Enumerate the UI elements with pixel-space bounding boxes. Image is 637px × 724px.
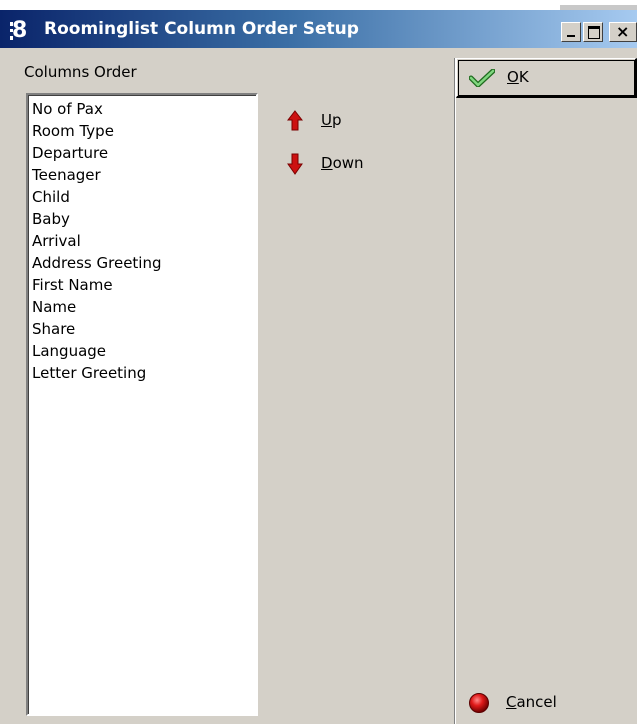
list-item[interactable]: Language xyxy=(32,340,106,362)
checkmark-icon xyxy=(469,69,495,87)
ok-label: OK xyxy=(507,68,529,86)
title-bar[interactable]: 8 Roominglist Column Order Setup × xyxy=(0,10,637,48)
close-button[interactable]: × xyxy=(609,22,637,42)
list-item[interactable]: Arrival xyxy=(32,230,81,252)
top-strip xyxy=(0,0,637,10)
list-item[interactable]: Name xyxy=(32,296,76,318)
window-title: Roominglist Column Order Setup xyxy=(44,19,359,39)
arrow-up-icon xyxy=(287,110,303,131)
app-icon: 8 xyxy=(10,20,36,42)
list-item[interactable]: Letter Greeting xyxy=(32,362,146,384)
move-up-label: Up xyxy=(321,111,342,129)
maximize-button[interactable] xyxy=(583,22,603,42)
right-button-panel xyxy=(454,58,637,724)
cancel-label: Cancel xyxy=(506,693,557,711)
cancel-button[interactable]: Cancel xyxy=(468,688,618,718)
list-item[interactable]: Baby xyxy=(32,208,70,230)
close-icon: × xyxy=(616,22,630,41)
list-item[interactable]: No of Pax xyxy=(32,98,103,120)
list-item[interactable]: Share xyxy=(32,318,75,340)
maximize-icon xyxy=(588,26,600,39)
move-up-button[interactable]: Up xyxy=(287,108,367,132)
ok-button[interactable]: OK xyxy=(456,58,637,98)
minimize-button[interactable] xyxy=(561,22,581,42)
list-item[interactable]: Departure xyxy=(32,142,108,164)
columns-order-label: Columns Order xyxy=(24,63,137,81)
move-down-button[interactable]: Down xyxy=(287,151,377,175)
list-item[interactable]: Child xyxy=(32,186,70,208)
list-item[interactable]: Address Greeting xyxy=(32,252,162,274)
move-down-label: Down xyxy=(321,154,364,172)
list-item[interactable]: Teenager xyxy=(32,164,101,186)
minimize-icon xyxy=(567,35,575,37)
arrow-down-icon xyxy=(287,153,303,175)
red-dot-icon xyxy=(469,693,489,713)
columns-order-list[interactable]: No of Pax Room Type Departure Teenager C… xyxy=(26,93,258,716)
list-item[interactable]: Room Type xyxy=(32,120,114,142)
list-item[interactable]: First Name xyxy=(32,274,113,296)
dialog-window: 8 Roominglist Column Order Setup × Colum… xyxy=(0,10,637,724)
